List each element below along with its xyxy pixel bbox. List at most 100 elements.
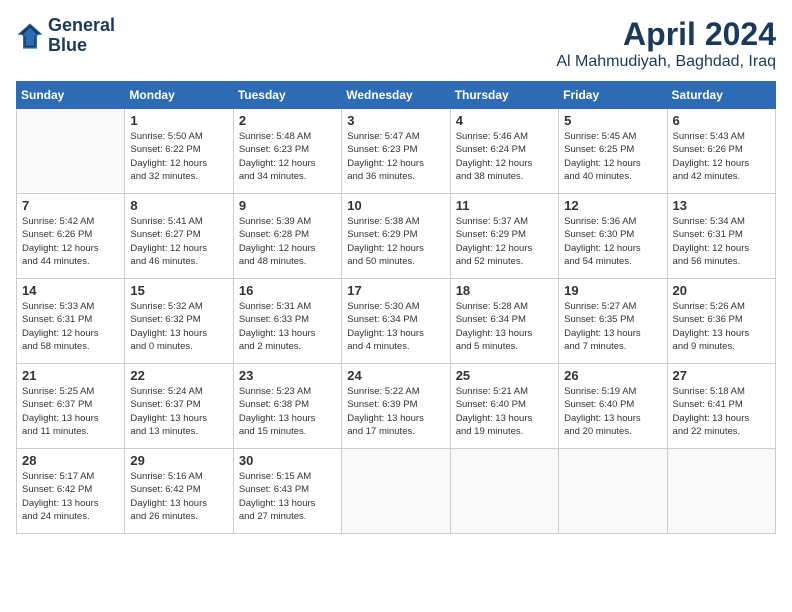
weekday-header-thursday: Thursday [450, 82, 558, 109]
calendar-cell [559, 449, 667, 534]
weekday-header-row: SundayMondayTuesdayWednesdayThursdayFrid… [17, 82, 776, 109]
day-number: 4 [456, 113, 553, 128]
cell-info: Sunrise: 5:39 AM Sunset: 6:28 PM Dayligh… [239, 215, 336, 268]
cell-info: Sunrise: 5:22 AM Sunset: 6:39 PM Dayligh… [347, 385, 444, 438]
day-number: 23 [239, 368, 336, 383]
cell-info: Sunrise: 5:48 AM Sunset: 6:23 PM Dayligh… [239, 130, 336, 183]
day-number: 21 [22, 368, 119, 383]
cell-info: Sunrise: 5:42 AM Sunset: 6:26 PM Dayligh… [22, 215, 119, 268]
day-number: 11 [456, 198, 553, 213]
calendar-cell: 27 Sunrise: 5:18 AM Sunset: 6:41 PM Dayli… [667, 364, 775, 449]
calendar-cell: 23 Sunrise: 5:23 AM Sunset: 6:38 PM Dayli… [233, 364, 341, 449]
day-number: 6 [673, 113, 770, 128]
calendar-cell: 25Sunrise: 5:21 AM Sunset: 6:40 PM Dayli… [450, 364, 558, 449]
calendar-cell: 13Sunrise: 5:34 AM Sunset: 6:31 PM Dayli… [667, 194, 775, 279]
calendar-cell: 28Sunrise: 5:17 AM Sunset: 6:42 PM Dayli… [17, 449, 125, 534]
calendar-week-4: 21 Sunrise: 5:25 AM Sunset: 6:37 PM Dayli… [17, 364, 776, 449]
calendar-cell: 14 Sunrise: 5:33 AM Sunset: 6:31 PM Dayli… [17, 279, 125, 364]
calendar-cell: 3Sunrise: 5:47 AM Sunset: 6:23 PM Daylig… [342, 109, 450, 194]
calendar-week-5: 28Sunrise: 5:17 AM Sunset: 6:42 PM Dayli… [17, 449, 776, 534]
logo: General Blue [16, 16, 115, 56]
day-number: 30 [239, 453, 336, 468]
logo-text: General Blue [48, 16, 115, 56]
day-number: 28 [22, 453, 119, 468]
day-number: 19 [564, 283, 661, 298]
day-number: 5 [564, 113, 661, 128]
cell-info: Sunrise: 5:32 AM Sunset: 6:32 PM Dayligh… [130, 300, 227, 353]
calendar-cell: 30 Sunrise: 5:15 AM Sunset: 6:43 PM Dayli… [233, 449, 341, 534]
calendar-cell: 17 Sunrise: 5:30 AM Sunset: 6:34 PM Dayli… [342, 279, 450, 364]
calendar-cell: 1 Sunrise: 5:50 AM Sunset: 6:22 PM Daylig… [125, 109, 233, 194]
calendar-cell: 16Sunrise: 5:31 AM Sunset: 6:33 PM Dayli… [233, 279, 341, 364]
cell-info: Sunrise: 5:50 AM Sunset: 6:22 PM Dayligh… [130, 130, 227, 183]
calendar-cell: 21 Sunrise: 5:25 AM Sunset: 6:37 PM Dayli… [17, 364, 125, 449]
calendar-cell [450, 449, 558, 534]
location-title: Al Mahmudiyah, Baghdad, Iraq [556, 53, 776, 71]
cell-info: Sunrise: 5:27 AM Sunset: 6:35 PM Dayligh… [564, 300, 661, 353]
calendar-cell: 15Sunrise: 5:32 AM Sunset: 6:32 PM Dayli… [125, 279, 233, 364]
calendar-cell: 11Sunrise: 5:37 AM Sunset: 6:29 PM Dayli… [450, 194, 558, 279]
weekday-header-monday: Monday [125, 82, 233, 109]
cell-info: Sunrise: 5:23 AM Sunset: 6:38 PM Dayligh… [239, 385, 336, 438]
calendar-cell: 9 Sunrise: 5:39 AM Sunset: 6:28 PM Daylig… [233, 194, 341, 279]
calendar-week-3: 14 Sunrise: 5:33 AM Sunset: 6:31 PM Dayli… [17, 279, 776, 364]
weekday-header-tuesday: Tuesday [233, 82, 341, 109]
day-number: 17 [347, 283, 444, 298]
day-number: 2 [239, 113, 336, 128]
day-number: 7 [22, 198, 119, 213]
cell-info: Sunrise: 5:26 AM Sunset: 6:36 PM Dayligh… [673, 300, 770, 353]
calendar-cell: 10 Sunrise: 5:38 AM Sunset: 6:29 PM Dayli… [342, 194, 450, 279]
day-number: 9 [239, 198, 336, 213]
cell-info: Sunrise: 5:28 AM Sunset: 6:34 PM Dayligh… [456, 300, 553, 353]
day-number: 14 [22, 283, 119, 298]
calendar-cell: 19 Sunrise: 5:27 AM Sunset: 6:35 PM Dayli… [559, 279, 667, 364]
calendar-cell: 6 Sunrise: 5:43 AM Sunset: 6:26 PM Daylig… [667, 109, 775, 194]
calendar-table: SundayMondayTuesdayWednesdayThursdayFrid… [16, 81, 776, 534]
calendar-week-2: 7 Sunrise: 5:42 AM Sunset: 6:26 PM Daylig… [17, 194, 776, 279]
calendar-cell [17, 109, 125, 194]
day-number: 12 [564, 198, 661, 213]
cell-info: Sunrise: 5:38 AM Sunset: 6:29 PM Dayligh… [347, 215, 444, 268]
cell-info: Sunrise: 5:45 AM Sunset: 6:25 PM Dayligh… [564, 130, 661, 183]
day-number: 20 [673, 283, 770, 298]
month-title: April 2024 [556, 16, 776, 53]
day-number: 29 [130, 453, 227, 468]
day-number: 10 [347, 198, 444, 213]
day-number: 24 [347, 368, 444, 383]
cell-info: Sunrise: 5:47 AM Sunset: 6:23 PM Dayligh… [347, 130, 444, 183]
day-number: 1 [130, 113, 227, 128]
day-number: 8 [130, 198, 227, 213]
header: General Blue April 2024 Al Mahmudiyah, B… [16, 16, 776, 71]
cell-info: Sunrise: 5:33 AM Sunset: 6:31 PM Dayligh… [22, 300, 119, 353]
calendar-cell: 8 Sunrise: 5:41 AM Sunset: 6:27 PM Daylig… [125, 194, 233, 279]
day-number: 26 [564, 368, 661, 383]
weekday-header-sunday: Sunday [17, 82, 125, 109]
cell-info: Sunrise: 5:43 AM Sunset: 6:26 PM Dayligh… [673, 130, 770, 183]
day-number: 22 [130, 368, 227, 383]
calendar-cell [667, 449, 775, 534]
cell-info: Sunrise: 5:41 AM Sunset: 6:27 PM Dayligh… [130, 215, 227, 268]
calendar-cell: 18 Sunrise: 5:28 AM Sunset: 6:34 PM Dayli… [450, 279, 558, 364]
cell-info: Sunrise: 5:18 AM Sunset: 6:41 PM Dayligh… [673, 385, 770, 438]
calendar-cell [342, 449, 450, 534]
calendar-week-1: 1 Sunrise: 5:50 AM Sunset: 6:22 PM Daylig… [17, 109, 776, 194]
calendar-cell: 7 Sunrise: 5:42 AM Sunset: 6:26 PM Daylig… [17, 194, 125, 279]
cell-info: Sunrise: 5:46 AM Sunset: 6:24 PM Dayligh… [456, 130, 553, 183]
calendar-cell: 29Sunrise: 5:16 AM Sunset: 6:42 PM Dayli… [125, 449, 233, 534]
cell-info: Sunrise: 5:30 AM Sunset: 6:34 PM Dayligh… [347, 300, 444, 353]
day-number: 27 [673, 368, 770, 383]
cell-info: Sunrise: 5:34 AM Sunset: 6:31 PM Dayligh… [673, 215, 770, 268]
calendar-cell: 26 Sunrise: 5:19 AM Sunset: 6:40 PM Dayli… [559, 364, 667, 449]
cell-info: Sunrise: 5:15 AM Sunset: 6:43 PM Dayligh… [239, 470, 336, 523]
calendar-cell: 12 Sunrise: 5:36 AM Sunset: 6:30 PM Dayli… [559, 194, 667, 279]
day-number: 18 [456, 283, 553, 298]
cell-info: Sunrise: 5:19 AM Sunset: 6:40 PM Dayligh… [564, 385, 661, 438]
weekday-header-wednesday: Wednesday [342, 82, 450, 109]
calendar-cell: 22 Sunrise: 5:24 AM Sunset: 6:37 PM Dayli… [125, 364, 233, 449]
cell-info: Sunrise: 5:25 AM Sunset: 6:37 PM Dayligh… [22, 385, 119, 438]
calendar-cell: 24 Sunrise: 5:22 AM Sunset: 6:39 PM Dayli… [342, 364, 450, 449]
cell-info: Sunrise: 5:36 AM Sunset: 6:30 PM Dayligh… [564, 215, 661, 268]
calendar-cell: 4 Sunrise: 5:46 AM Sunset: 6:24 PM Daylig… [450, 109, 558, 194]
cell-info: Sunrise: 5:24 AM Sunset: 6:37 PM Dayligh… [130, 385, 227, 438]
calendar-cell: 5 Sunrise: 5:45 AM Sunset: 6:25 PM Daylig… [559, 109, 667, 194]
